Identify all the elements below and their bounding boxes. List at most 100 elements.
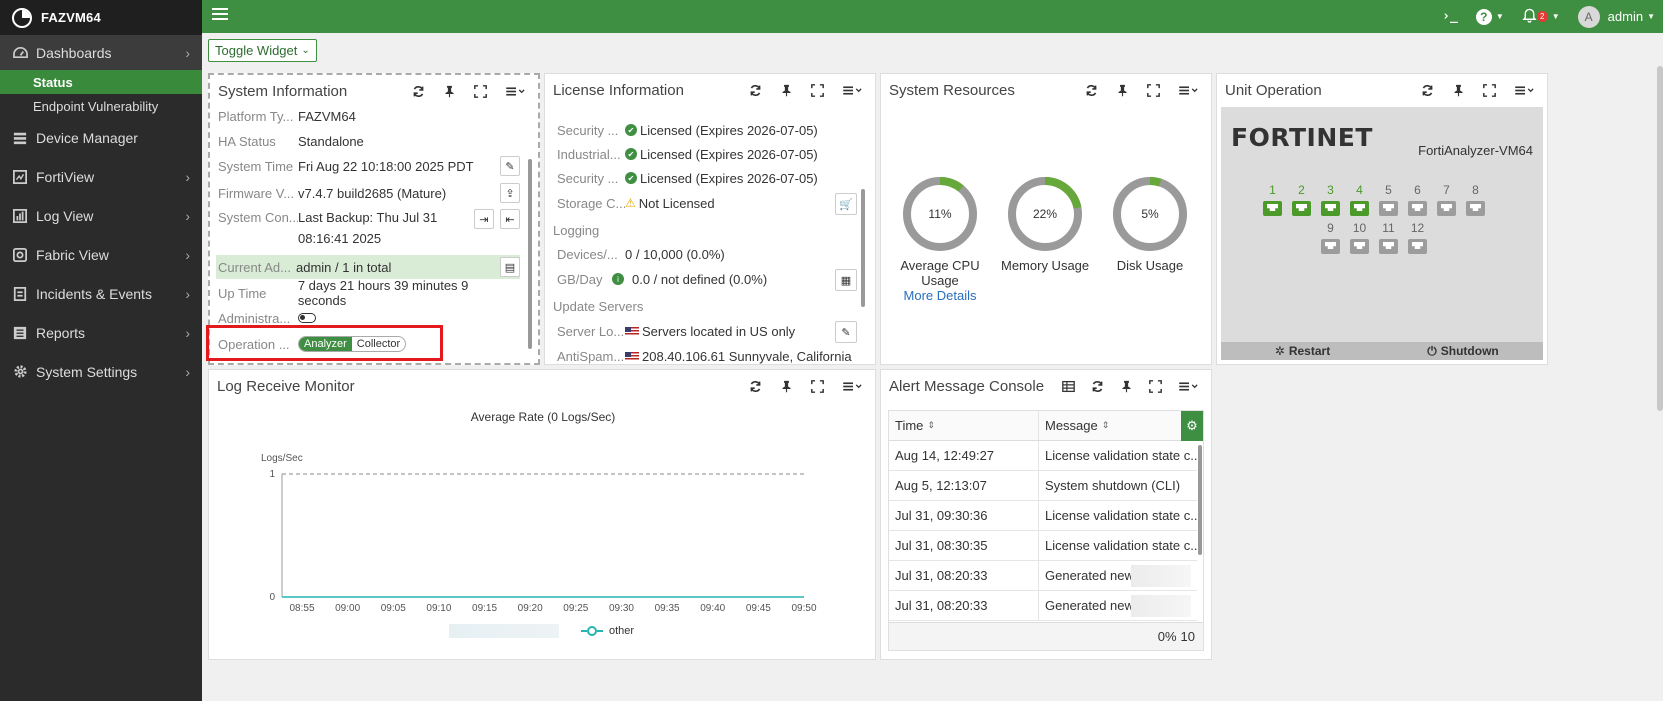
widget-menu-icon[interactable] (1513, 83, 1537, 97)
sort-icon: ⇕ (927, 420, 935, 430)
page-scrollbar[interactable] (1657, 66, 1663, 411)
logging-details-button[interactable]: ▦ (835, 269, 857, 291)
restart-button[interactable]: ✲ Restart (1221, 342, 1384, 360)
pin-icon[interactable] (779, 83, 793, 97)
network-port-icon[interactable] (1379, 201, 1398, 216)
table-row[interactable]: Aug 5, 12:13:07 System shutdown (CLI) (889, 471, 1197, 501)
widget-menu-icon[interactable] (1177, 379, 1201, 393)
table-row[interactable]: Jul 31, 08:20:33 Generated new (889, 561, 1197, 591)
fortinet-logo: FORTINET (1231, 123, 1373, 152)
table-scrollbar[interactable] (1198, 445, 1202, 555)
device-manager-icon (12, 130, 28, 146)
expand-icon[interactable] (1146, 83, 1160, 97)
upgrade-firmware-button[interactable]: ⇪ (500, 183, 520, 203)
widget-scrollbar[interactable] (528, 159, 532, 349)
backup-button[interactable]: ⇥ (474, 209, 494, 229)
table-row[interactable]: Jul 31, 08:30:35 License validation state… (889, 531, 1197, 561)
refresh-icon[interactable] (1084, 83, 1098, 97)
table-view-icon[interactable] (1061, 379, 1075, 393)
sidebar-subitem-status[interactable]: Status (0, 70, 202, 94)
column-header-time[interactable]: Time ⇕ (889, 411, 1039, 440)
expand-icon[interactable] (473, 84, 487, 98)
network-port-icon[interactable] (1350, 201, 1369, 216)
chevron-right-icon: › (185, 168, 190, 185)
help-button[interactable]: ? ▼ (1475, 8, 1504, 25)
network-port-icon[interactable] (1466, 201, 1485, 216)
network-port-icon[interactable] (1292, 201, 1311, 216)
network-port-icon[interactable] (1263, 201, 1282, 216)
table-row[interactable]: Aug 14, 12:49:27 License validation state… (889, 441, 1197, 471)
expand-icon[interactable] (810, 83, 824, 97)
user-menu[interactable]: A admin ▼ (1577, 5, 1655, 28)
sidebar-item-reports[interactable]: Reports › (0, 313, 202, 352)
widget-menu-icon[interactable] (841, 83, 865, 97)
more-details-link[interactable]: More Details (896, 288, 984, 303)
network-port-icon[interactable] (1379, 239, 1398, 254)
shutdown-button[interactable]: ⏻ Shutdown (1383, 342, 1543, 360)
refresh-icon[interactable] (1420, 83, 1434, 97)
purchase-license-button[interactable]: 🛒 (835, 193, 857, 215)
widget-toolbar (1420, 83, 1537, 97)
refresh-icon[interactable] (1090, 379, 1104, 393)
pin-icon[interactable] (1451, 83, 1465, 97)
disk-usage-ring: 5% (1113, 177, 1187, 251)
pin-icon[interactable] (1115, 83, 1129, 97)
port-label: 8 (1472, 183, 1479, 197)
expand-icon[interactable] (1482, 83, 1496, 97)
info-icon[interactable]: i (612, 273, 624, 285)
port-label: 9 (1327, 221, 1334, 235)
row-label: HA Status (218, 133, 276, 149)
legend-other-label: other (609, 625, 635, 637)
logging-row: GB/Day i 0.0 / not defined (0.0%) ▦ (557, 267, 861, 291)
refresh-icon[interactable] (748, 83, 762, 97)
cli-console-button[interactable]: ›_ (1442, 9, 1458, 24)
notifications-button[interactable]: 2 ▼ (1522, 8, 1560, 26)
update-row: AntiSpam... 208.40.106.61 Sunnyvale, Cal… (557, 344, 861, 364)
administrative-domain-toggle[interactable] (298, 313, 316, 323)
sidebar-subitem-endpoint-vulnerability[interactable]: Endpoint Vulnerability (0, 94, 202, 118)
toggle-widget-button[interactable]: Toggle Widget ⌄ (208, 39, 317, 62)
row-label: Platform Ty... (218, 109, 294, 124)
edit-server-location-button[interactable]: ✎ (835, 321, 857, 343)
row-label: Up Time (218, 285, 267, 301)
widget-scrollbar[interactable] (861, 189, 865, 307)
alert-table: Time ⇕ Message ⇕ ⚙ Aug 14, 12:49:27 Licen… (888, 410, 1204, 651)
cell-time: Jul 31, 08:30:35 (889, 531, 1039, 560)
row-value: 208.40.106.61 Sunnyvale, California (642, 348, 852, 364)
row-label: Server Lo... (557, 323, 625, 339)
pin-icon[interactable] (442, 84, 456, 98)
sidebar-item-incidents-events[interactable]: Incidents & Events › (0, 274, 202, 313)
bell-icon (1522, 8, 1537, 26)
sidebar-item-dashboards[interactable]: Dashboards › (0, 35, 202, 70)
edit-time-button[interactable]: ✎ (500, 156, 520, 176)
sidebar-item-log-view[interactable]: Log View › (0, 196, 202, 235)
refresh-icon[interactable] (411, 84, 425, 98)
sidebar-item-fortiview[interactable]: FortiView › (0, 157, 202, 196)
network-port-icon[interactable] (1350, 239, 1369, 254)
network-port-icon[interactable] (1321, 239, 1340, 254)
column-settings-button[interactable]: ⚙ (1181, 411, 1203, 441)
license-row: Security ... ✔ Licensed (Expires 2026-07… (557, 166, 861, 190)
widget-menu-icon[interactable] (1177, 83, 1201, 97)
y-tick-label: 0 (269, 592, 275, 603)
expand-icon[interactable] (1148, 379, 1162, 393)
sidebar-item-fabric-view[interactable]: Fabric View › (0, 235, 202, 274)
unit-panel: FORTINET FortiAnalyzer-VM64 1 2 3 4 5 6 7 8 9 10 1… (1221, 107, 1543, 360)
pin-icon[interactable] (1119, 379, 1133, 393)
table-row[interactable]: Jul 31, 08:20:33 Generated new (889, 591, 1197, 621)
network-port-icon[interactable] (1437, 201, 1456, 216)
column-header-message[interactable]: Message ⇕ (1039, 411, 1183, 440)
restore-button[interactable]: ⇤ (500, 209, 520, 229)
table-row[interactable]: Jul 31, 09:30:36 License validation state… (889, 501, 1197, 531)
widget-menu-icon[interactable] (504, 84, 528, 98)
network-port-icon[interactable] (1408, 201, 1427, 216)
sidebar-item-device-manager[interactable]: Device Manager (0, 118, 202, 157)
sidebar-item-system-settings[interactable]: System Settings › (0, 352, 202, 391)
network-port-icon[interactable] (1408, 239, 1427, 254)
network-port-icon[interactable] (1321, 201, 1340, 216)
brand-header[interactable]: FAZVM64 (0, 0, 202, 35)
hamburger-menu-icon[interactable] (212, 8, 228, 24)
admin-details-button[interactable]: ▤ (500, 257, 520, 277)
x-tick-label: 09:45 (746, 603, 771, 614)
row-label: Security ... (557, 122, 619, 138)
